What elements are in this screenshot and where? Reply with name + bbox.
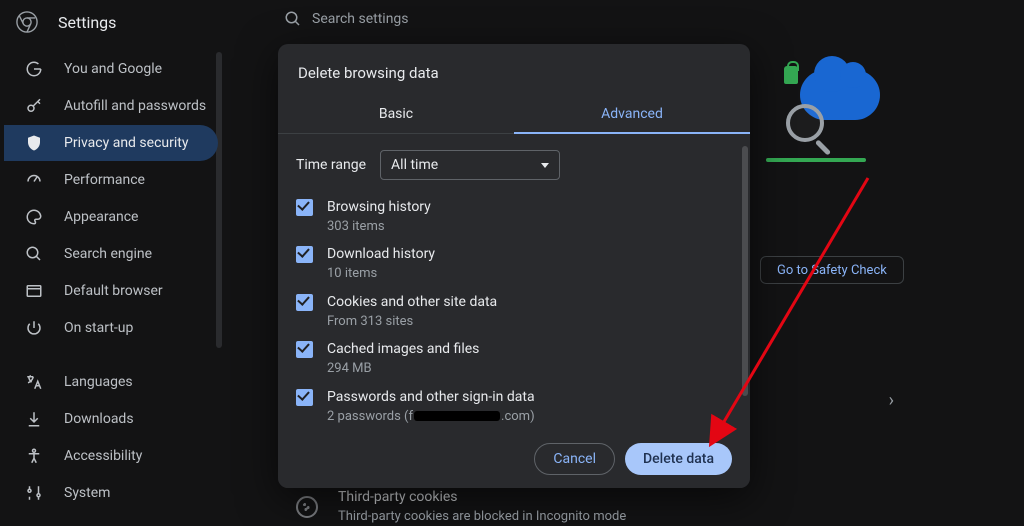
option-cache-sub: 294 MB [327, 360, 479, 378]
checkbox-download-history[interactable] [296, 246, 313, 263]
option-passwords-sub: 2 passwords (f.com) [327, 408, 535, 426]
option-download-history-title: Download history [327, 245, 435, 264]
option-download-history-sub: 10 items [327, 265, 435, 283]
delete-data-button[interactable]: Delete data [625, 443, 732, 475]
option-browsing-history-sub: 303 items [327, 218, 431, 236]
cancel-button[interactable]: Cancel [534, 443, 615, 475]
tab-advanced[interactable]: Advanced [514, 94, 750, 134]
option-browsing-history-title: Browsing history [327, 198, 431, 217]
checkbox-browsing-history[interactable] [296, 199, 313, 216]
checkbox-passwords[interactable] [296, 389, 313, 406]
option-cookies-title: Cookies and other site data [327, 293, 497, 312]
option-cookies-sub: From 313 sites [327, 313, 497, 331]
redacted-email [414, 411, 500, 421]
checkbox-cookies[interactable] [296, 294, 313, 311]
tab-basic[interactable]: Basic [278, 94, 514, 134]
time-range-label: Time range [296, 157, 366, 173]
option-passwords-title: Passwords and other sign-in data [327, 388, 535, 407]
checkbox-cache[interactable] [296, 341, 313, 358]
dialog-scrollbar[interactable] [742, 146, 748, 396]
dialog-title: Delete browsing data [278, 44, 750, 94]
time-range-select[interactable]: All time [380, 150, 560, 180]
option-cache-title: Cached images and files [327, 340, 479, 359]
delete-browsing-data-dialog: Delete browsing data Basic Advanced Time… [278, 44, 750, 488]
